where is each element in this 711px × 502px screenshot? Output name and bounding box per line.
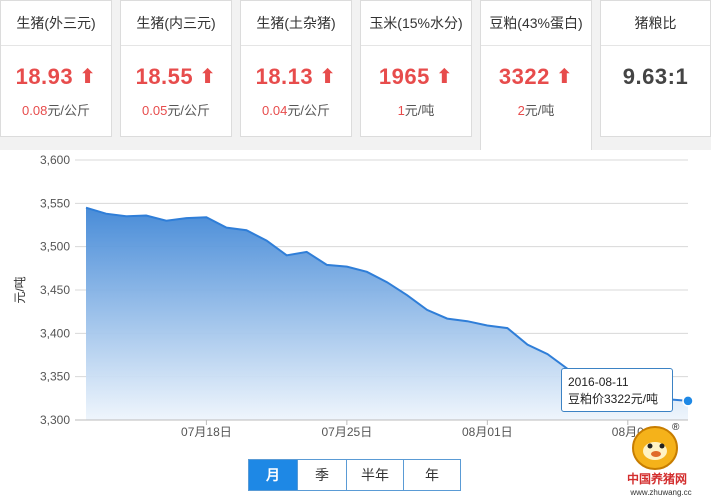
change-value: 0.04: [262, 103, 288, 118]
price-value: 18.93: [15, 64, 74, 89]
y-tick-label: 3,500: [40, 240, 70, 254]
up-arrow-icon: ⬆: [435, 66, 454, 88]
up-arrow-icon: ⬆: [79, 66, 97, 88]
card-name: 生猪(土杂猪): [241, 1, 351, 46]
card-name: 生猪(内三元): [121, 1, 231, 46]
card-price: 1965 ⬆: [361, 64, 471, 90]
change-unit: 元/吨: [404, 103, 435, 118]
change-value: 2: [517, 103, 525, 118]
y-tick-label: 3,600: [40, 153, 70, 167]
logo-name: 中国养猪网: [627, 471, 687, 486]
x-tick-label: 07月25日: [322, 425, 373, 439]
card-change: 1元/吨: [361, 100, 471, 119]
card-name: 玉米(15%水分): [361, 1, 471, 46]
card-soymeal[interactable]: 豆粕(43%蛋白) 3322 ⬆ 2元/吨: [480, 0, 592, 150]
up-arrow-icon: ⬆: [319, 66, 337, 88]
data-point[interactable]: [682, 395, 694, 407]
price-value: 18.55: [135, 64, 194, 89]
card-price: 18.13 ⬆: [241, 64, 351, 90]
change-value: 1: [397, 103, 405, 118]
card-name: 生猪(外三元): [1, 1, 111, 46]
change-unit: 元/公斤: [47, 103, 90, 118]
card-change: 0.08元/公斤: [1, 100, 111, 119]
up-arrow-icon: ⬆: [199, 66, 217, 88]
logo-url: www.zhuwang.cc: [629, 488, 691, 497]
tab-month[interactable]: 月: [248, 459, 298, 491]
series-points: [682, 395, 694, 407]
change-unit: 元/公斤: [167, 103, 210, 118]
x-tick-label: 08月01日: [462, 425, 513, 439]
x-tick-label: 07月18日: [181, 425, 232, 439]
card-pig-local[interactable]: 生猪(土杂猪) 18.13 ⬆ 0.04元/公斤: [240, 0, 352, 137]
card-corn[interactable]: 玉米(15%水分) 1965 ⬆ 1元/吨: [360, 0, 472, 137]
tooltip-text: 豆粕价3322元/吨: [568, 392, 659, 406]
ratio-value: 9.63:1: [622, 64, 689, 89]
card-price: 3322 ⬆: [481, 64, 591, 90]
tab-half-year[interactable]: 半年: [347, 459, 404, 491]
price-value: 18.13: [255, 64, 314, 89]
change-unit: 元/吨: [524, 103, 555, 118]
period-tabs: 月 季 半年 年: [248, 459, 461, 491]
card-change: 2元/吨: [481, 100, 591, 119]
zhuwang-logo: ® 中国养猪网 www.zhuwang.cc: [627, 422, 692, 497]
y-axis-ticks: 3,300 3,350 3,400 3,450 3,500 3,550 3,600: [40, 153, 70, 427]
card-name: 猪粮比: [601, 1, 710, 46]
change-value: 0.05: [142, 103, 168, 118]
y-tick-label: 3,400: [40, 326, 70, 340]
x-axis-ticks: 07月18日 07月25日 08月01日 08月0: [75, 419, 688, 439]
y-tick-label: 3,300: [40, 413, 70, 427]
tab-quarter[interactable]: 季: [298, 459, 347, 491]
card-price: 18.93 ⬆: [1, 64, 111, 90]
card-pig-internal[interactable]: 生猪(内三元) 18.55 ⬆ 0.05元/公斤: [120, 0, 232, 137]
tooltip-date: 2016-08-11: [568, 375, 629, 389]
card-pig-external[interactable]: 生猪(外三元) 18.93 ⬆ 0.08元/公斤: [0, 0, 112, 137]
change-value: 0.08: [22, 103, 48, 118]
y-axis-label: 元/吨: [13, 276, 27, 303]
card-price: 18.55 ⬆: [121, 64, 231, 90]
price-cards-bar: 生猪(外三元) 18.93 ⬆ 0.08元/公斤 生猪(内三元) 18.55 ⬆ 0…: [0, 0, 711, 150]
registered-mark: ®: [672, 422, 680, 433]
price-value: 1965: [378, 64, 430, 89]
price-value: 3322: [498, 64, 550, 89]
card-name: 豆粕(43%蛋白): [481, 1, 591, 46]
tab-year[interactable]: 年: [404, 459, 461, 491]
y-tick-label: 3,550: [40, 196, 70, 210]
y-tick-label: 3,350: [40, 370, 70, 384]
card-pig-grain-ratio[interactable]: 猪粮比 9.63:1: [600, 0, 711, 137]
change-unit: 元/公斤: [287, 103, 330, 118]
card-change: 0.04元/公斤: [241, 100, 351, 119]
up-arrow-icon: ⬆: [555, 66, 574, 88]
data-tooltip: 2016-08-11 豆粕价3322元/吨: [561, 368, 673, 412]
card-change: 0.05元/公斤: [121, 100, 231, 119]
y-tick-label: 3,450: [40, 283, 70, 297]
